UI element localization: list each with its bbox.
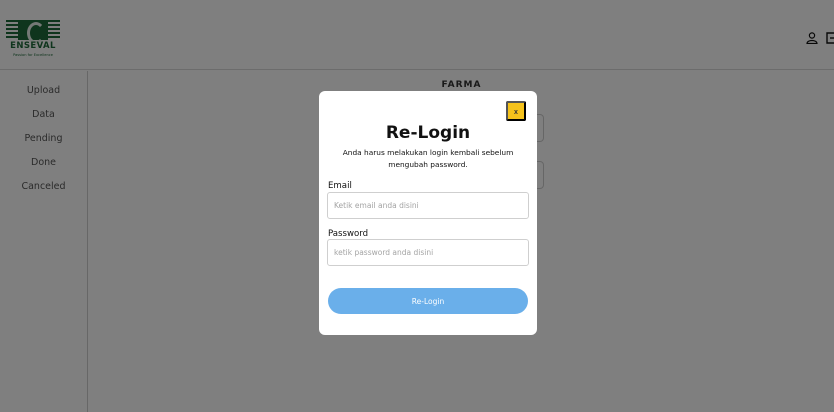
password-field[interactable] xyxy=(327,239,529,266)
relogin-modal: x Re-Login Anda harus melakukan login ke… xyxy=(319,91,537,335)
email-field[interactable] xyxy=(327,192,529,219)
password-label: Password xyxy=(328,229,369,239)
email-label: Email xyxy=(328,181,352,191)
modal-title: Re-Login xyxy=(385,123,471,143)
close-button[interactable]: x xyxy=(506,101,526,121)
modal-message: Anda harus melakukan login kembali sebel… xyxy=(342,148,514,169)
relogin-button[interactable]: Re-Login xyxy=(328,288,528,314)
